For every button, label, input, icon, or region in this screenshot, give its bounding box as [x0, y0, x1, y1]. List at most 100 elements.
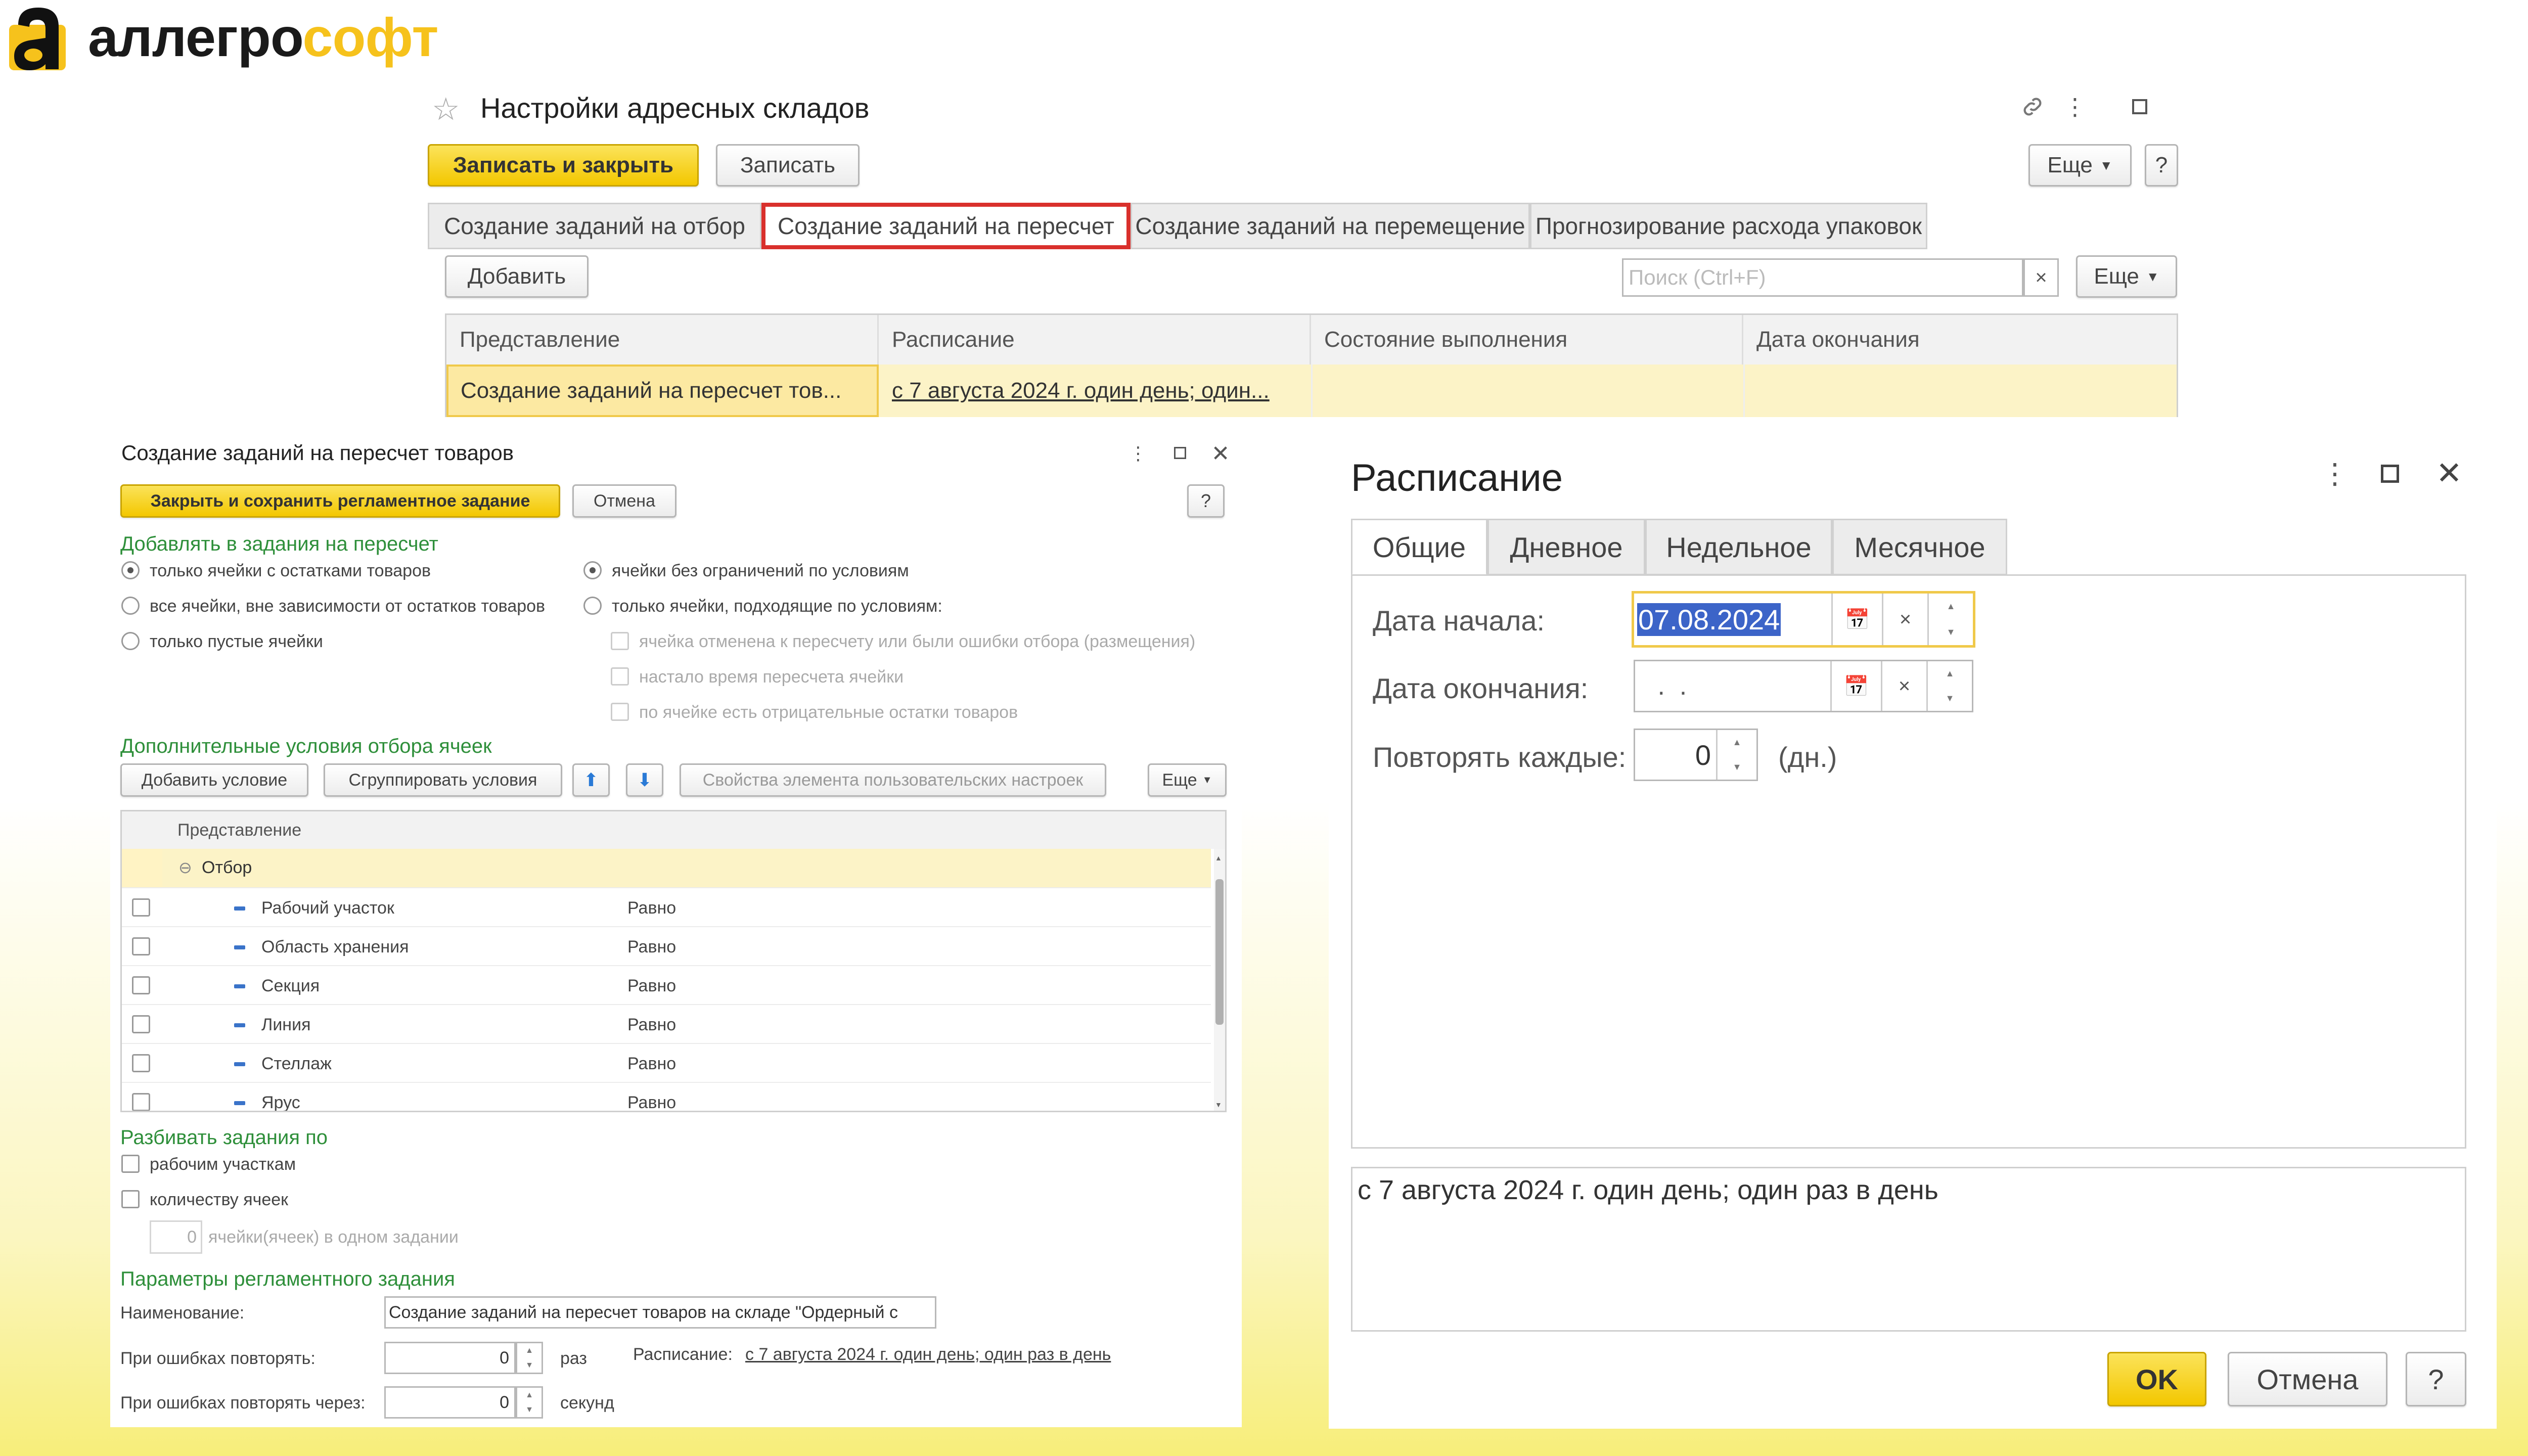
- close-and-save-button[interactable]: Закрыть и сохранить регламентное задание: [120, 484, 560, 518]
- start-date-input[interactable]: 07.08.2024 📅 × ▲ ▼: [1632, 591, 1975, 648]
- close-icon[interactable]: ✕: [1210, 441, 1231, 466]
- retry-interval-stepper[interactable]: ▲ ▼: [516, 1386, 543, 1419]
- tab-monthly[interactable]: Месячное: [1832, 519, 2007, 575]
- filter-row[interactable]: Рабочий участок Равно: [122, 887, 1211, 926]
- checkbox-by-cell-count[interactable]: [121, 1190, 140, 1208]
- column-header[interactable]: Дата окончания: [1743, 315, 2177, 365]
- cancel-button[interactable]: Отмена: [572, 484, 676, 518]
- radio-no-restrictions[interactable]: [583, 561, 602, 579]
- calendar-icon[interactable]: 📅: [1830, 661, 1881, 711]
- group-row[interactable]: ⊖ Отбор: [122, 849, 1211, 887]
- row-checkbox[interactable]: [132, 898, 150, 917]
- radio-all-cells[interactable]: [121, 597, 140, 615]
- schedule-link[interactable]: с 7 августа 2024 г. один день; один раз …: [745, 1345, 1111, 1364]
- stepper-up-icon[interactable]: ▲: [525, 1391, 533, 1400]
- scrollbar[interactable]: ▲ ▼: [1214, 849, 1225, 1111]
- retry-stepper[interactable]: ▲ ▼: [516, 1342, 543, 1374]
- scroll-up-icon[interactable]: ▲: [1215, 854, 1222, 862]
- stepper-down-icon[interactable]: ▼: [525, 1405, 533, 1415]
- group-conditions-button[interactable]: Сгруппировать условия: [324, 763, 562, 797]
- save-button[interactable]: Записать: [716, 144, 860, 187]
- tab-movement-tasks[interactable]: Создание заданий на перемещение: [1131, 203, 1530, 249]
- row-checkbox[interactable]: [132, 976, 150, 994]
- maximize-icon[interactable]: [2128, 95, 2152, 119]
- radio-with-stock[interactable]: [121, 561, 140, 579]
- table-row[interactable]: Создание заданий на пересчет тов... с 7 …: [446, 365, 2177, 417]
- column-header[interactable]: Представление: [446, 315, 879, 365]
- help-button[interactable]: ?: [1187, 484, 1225, 518]
- filter-row[interactable]: Стеллаж Равно: [122, 1043, 1211, 1082]
- row-name-cell[interactable]: Создание заданий на пересчет тов...: [446, 365, 879, 417]
- tab-daily[interactable]: Дневное: [1487, 519, 1645, 575]
- favorite-star-icon[interactable]: ☆: [432, 90, 460, 127]
- tab-picking-tasks[interactable]: Создание заданий на отбор: [428, 203, 761, 249]
- filter-operator[interactable]: Равно: [627, 937, 676, 957]
- radio-empty-cells[interactable]: [121, 632, 140, 650]
- more-vertical-icon[interactable]: ⋮: [2063, 92, 2087, 122]
- filter-operator[interactable]: Равно: [627, 1093, 676, 1111]
- repeat-days-input[interactable]: 0 ▲ ▼: [1634, 729, 1758, 781]
- more-vertical-icon[interactable]: ⋮: [2321, 456, 2349, 491]
- stepper-down-icon[interactable]: ▼: [525, 1361, 533, 1370]
- properties-button[interactable]: Свойства элемента пользовательских настр…: [680, 763, 1106, 797]
- link-icon[interactable]: [2017, 92, 2048, 122]
- stepper-down-icon[interactable]: ▼: [1946, 693, 1955, 704]
- retry-count-input[interactable]: 0: [384, 1342, 516, 1374]
- filter-row[interactable]: Область хранения Равно: [122, 926, 1211, 965]
- radio-by-conditions[interactable]: [583, 597, 602, 615]
- tab-recount-tasks[interactable]: Создание заданий на пересчет: [761, 203, 1131, 249]
- stepper-down-icon[interactable]: ▼: [1947, 627, 1956, 638]
- clear-icon[interactable]: ×: [1882, 594, 1927, 645]
- column-header[interactable]: Расписание: [879, 315, 1311, 365]
- checkbox-cancelled-cell[interactable]: [611, 632, 629, 650]
- more-menu-button[interactable]: Еще ▼: [1148, 763, 1227, 797]
- filter-row[interactable]: Ярус Равно: [122, 1082, 1211, 1111]
- ok-button[interactable]: OK: [2107, 1352, 2206, 1406]
- row-checkbox[interactable]: [132, 1093, 150, 1111]
- cells-per-task-input[interactable]: 0: [150, 1220, 202, 1254]
- stepper-up-icon[interactable]: ▲: [1733, 737, 1742, 748]
- checkbox-recount-time[interactable]: [611, 667, 629, 686]
- filter-row[interactable]: Линия Равно: [122, 1004, 1211, 1043]
- grid-more-button[interactable]: Еще ▼: [2076, 255, 2177, 298]
- maximize-icon[interactable]: [2377, 461, 2403, 486]
- move-down-button[interactable]: ⬇: [626, 763, 663, 797]
- filter-row[interactable]: Секция Равно: [122, 965, 1211, 1004]
- search-input[interactable]: Поиск (Ctrl+F): [1622, 258, 2023, 297]
- more-menu-button[interactable]: Еще ▼: [2028, 144, 2132, 187]
- repeat-stepper[interactable]: ▲ ▼: [1716, 730, 1756, 780]
- retry-interval-input[interactable]: 0: [384, 1386, 516, 1419]
- filter-operator[interactable]: Равно: [627, 898, 676, 918]
- stepper-up-icon[interactable]: ▲: [1947, 601, 1956, 612]
- row-checkbox[interactable]: [132, 1015, 150, 1033]
- filter-operator[interactable]: Равно: [627, 1015, 676, 1035]
- job-name-input[interactable]: Создание заданий на пересчет товаров на …: [384, 1296, 936, 1329]
- filter-operator[interactable]: Равно: [627, 976, 676, 996]
- checkbox-by-work-areas[interactable]: [121, 1155, 140, 1173]
- help-button[interactable]: ?: [2406, 1352, 2466, 1406]
- maximize-icon[interactable]: [1171, 444, 1189, 462]
- move-up-button[interactable]: ⬆: [572, 763, 610, 797]
- collapse-icon[interactable]: ⊖: [178, 858, 192, 877]
- scroll-thumb[interactable]: [1215, 879, 1224, 1025]
- date-stepper[interactable]: ▲ ▼: [1926, 661, 1972, 711]
- filter-operator[interactable]: Равно: [627, 1054, 676, 1074]
- scroll-down-icon[interactable]: ▼: [1215, 1101, 1222, 1109]
- row-checkbox[interactable]: [132, 937, 150, 956]
- stepper-up-icon[interactable]: ▲: [525, 1346, 533, 1355]
- stepper-down-icon[interactable]: ▼: [1733, 762, 1742, 772]
- more-vertical-icon[interactable]: ⋮: [1129, 441, 1147, 466]
- close-icon[interactable]: ✕: [2434, 455, 2464, 491]
- stepper-up-icon[interactable]: ▲: [1946, 668, 1955, 679]
- row-checkbox[interactable]: [132, 1054, 150, 1072]
- column-header[interactable]: Состояние выполнения: [1311, 315, 1743, 365]
- cancel-button[interactable]: Отмена: [2228, 1352, 2387, 1406]
- help-button[interactable]: ?: [2145, 144, 2178, 187]
- end-date-input[interactable]: . . 📅 × ▲ ▼: [1634, 660, 1973, 712]
- clear-icon[interactable]: ×: [1881, 661, 1926, 711]
- tab-general[interactable]: Общие: [1351, 519, 1487, 575]
- calendar-icon[interactable]: 📅: [1831, 594, 1882, 645]
- date-stepper[interactable]: ▲ ▼: [1927, 594, 1973, 645]
- tab-weekly[interactable]: Недельное: [1645, 519, 1832, 575]
- save-and-close-button[interactable]: Записать и закрыть: [428, 144, 699, 187]
